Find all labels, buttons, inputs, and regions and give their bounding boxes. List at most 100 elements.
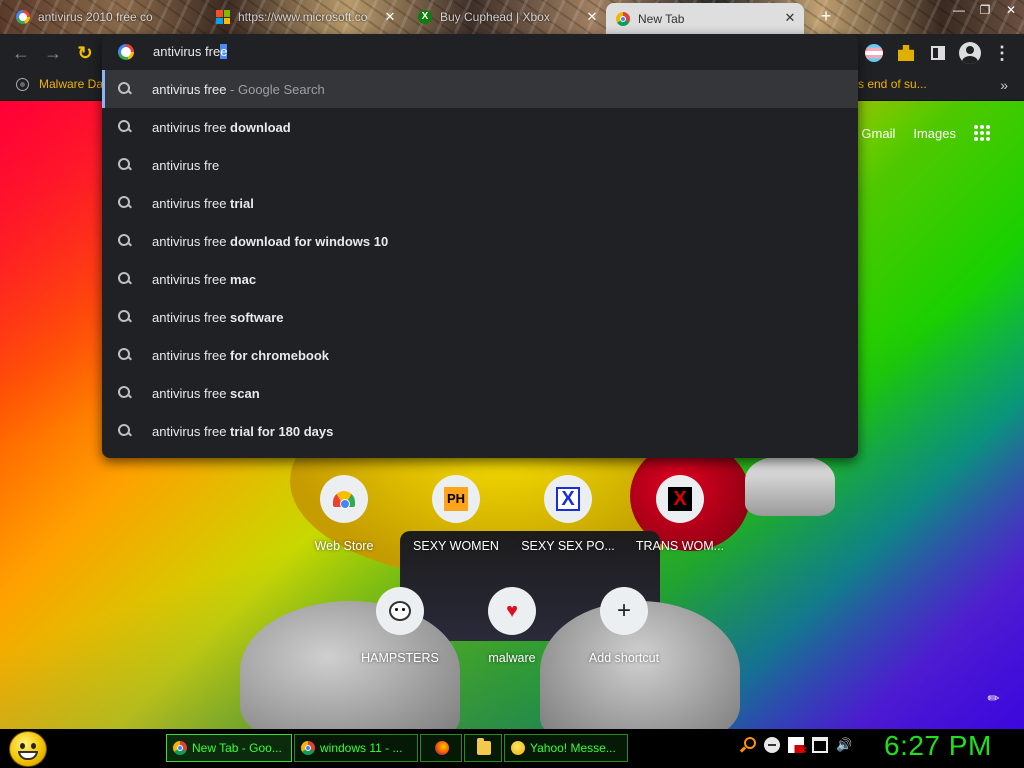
volume-icon[interactable]: 🔊: [836, 737, 852, 753]
network-icon[interactable]: [812, 737, 828, 753]
customize-pencil-icon[interactable]: ✎: [984, 688, 1004, 708]
omnibox-suggestion[interactable]: antivirus free for chromebook: [102, 336, 858, 374]
omnibox-suggestion[interactable]: antivirus free software: [102, 298, 858, 336]
shortcut-trans-wom[interactable]: X TRANS WOM...: [624, 475, 736, 575]
tab-strip: antivirus 2010 free co https://www.micro…: [0, 0, 1024, 34]
reload-button[interactable]: ↻: [74, 42, 96, 64]
shortcut-sexy-sex-po[interactable]: X SEXY SEX PO...: [512, 475, 624, 575]
close-tab-icon[interactable]: ✕: [782, 10, 798, 26]
shortcut-hampsters[interactable]: HAMPSTERS: [344, 587, 456, 687]
background-mascot-part: [745, 456, 835, 516]
yahoo-messenger-icon: [511, 741, 525, 755]
suggestion-text: antivirus free - Google Search: [152, 81, 325, 97]
omnibox-dropdown: antivirus free antivirus free - Google S…: [102, 34, 858, 458]
bookmark-end-of-support[interactable]: s end of su...: [858, 77, 927, 91]
taskbar-task-folder[interactable]: [464, 734, 502, 762]
suggestion-text: antivirus free download: [152, 119, 291, 135]
add-shortcut-button[interactable]: + Add shortcut: [568, 587, 680, 687]
tab-new-tab[interactable]: New Tab ✕: [606, 3, 804, 34]
forward-button[interactable]: →: [42, 42, 64, 64]
omnibox-suggestion[interactable]: antivirus free trial: [102, 184, 858, 222]
tab-microsoft[interactable]: https://www.microsoft.co ✕: [206, 4, 404, 30]
omnibox-suggestion[interactable]: antivirus free - Google Search: [102, 70, 858, 108]
back-button[interactable]: ←: [10, 42, 32, 64]
tab-xbox[interactable]: X Buy Cuphead | Xbox ✕: [408, 4, 606, 30]
omnibox-suggestion[interactable]: antivirus free trial for 180 days: [102, 412, 858, 450]
start-smiley-icon[interactable]: [9, 731, 47, 767]
task-label: windows 11 - ...: [320, 741, 403, 755]
taskbar-task-windows-11[interactable]: windows 11 - ...: [294, 734, 418, 762]
new-tab-button[interactable]: +: [816, 6, 836, 26]
omnibox-input[interactable]: antivirus free: [153, 44, 228, 59]
omnibox-suggestion[interactable]: antivirus free download for windows 10: [102, 222, 858, 260]
bookmark-malware-da[interactable]: Malware Da: [0, 77, 103, 91]
taskbar-task-new-tab[interactable]: New Tab - Goo...: [166, 734, 292, 762]
suggestion-text: antivirus free software: [152, 309, 284, 325]
shortcut-sexy-women[interactable]: PH SEXY WOMEN: [400, 475, 512, 575]
taskbar-clock[interactable]: 6:27 PM: [884, 730, 992, 762]
suggestion-text: antivirus free download for windows 10: [152, 233, 389, 249]
suggestion-text: antivirus free trial: [152, 195, 254, 211]
action-center-flag-icon[interactable]: [788, 737, 807, 756]
search-icon: [118, 348, 132, 362]
search-icon[interactable]: [740, 737, 756, 753]
autocomplete-selection: e: [220, 44, 228, 59]
search-icon: [118, 424, 132, 438]
close-tab-icon[interactable]: ✕: [382, 9, 398, 25]
tab-title: New Tab: [638, 11, 685, 26]
images-link[interactable]: Images: [913, 126, 956, 141]
tab-title: https://www.microsoft.co: [238, 10, 368, 24]
profile-avatar-icon[interactable]: [958, 41, 982, 65]
bookmark-label: s end of su...: [858, 77, 927, 91]
side-panel-icon[interactable]: [926, 41, 950, 65]
chrome-icon: [616, 11, 630, 26]
suggestion-text: antivirus fre: [152, 157, 220, 173]
xbox-icon: X: [418, 10, 432, 24]
plus-icon: +: [616, 597, 631, 624]
bookmarks-overflow-icon[interactable]: »: [1000, 77, 1008, 93]
google-apps-icon[interactable]: [974, 125, 990, 141]
chrome-icon: [301, 741, 315, 755]
chrome-menu-icon[interactable]: ⋮: [990, 41, 1014, 65]
web-store-icon: [333, 491, 355, 509]
shortcut-malware[interactable]: ♥ malware: [456, 587, 568, 687]
tab-title: Buy Cuphead | Xbox: [440, 10, 550, 24]
taskbar-task-yahoo-messenger[interactable]: Yahoo! Messe...: [504, 734, 628, 762]
search-icon: [118, 196, 132, 210]
minimize-button[interactable]: —: [946, 2, 972, 20]
search-icon: [118, 310, 132, 324]
search-icon: [118, 158, 132, 172]
gmail-link[interactable]: Gmail: [861, 126, 895, 141]
shortcut-label: Web Store: [314, 539, 374, 553]
shortcut-web-store[interactable]: Web Store: [288, 475, 400, 575]
trans-flag-extension-icon[interactable]: [862, 41, 886, 65]
suggestion-text: antivirus free for chromebook: [152, 347, 330, 363]
close-window-button[interactable]: ✕: [998, 2, 1024, 20]
google-icon: [16, 10, 30, 24]
search-icon: [118, 82, 132, 96]
shortcut-label: TRANS WOM...: [635, 539, 725, 553]
microsoft-icon: [216, 10, 230, 24]
x-red-icon: X: [668, 487, 692, 511]
extensions-puzzle-icon[interactable]: [894, 41, 918, 65]
task-label: Yahoo! Messe...: [530, 741, 616, 755]
shortcut-label: SEXY SEX PO...: [521, 539, 615, 553]
heart-icon: ♥: [506, 600, 518, 622]
restore-button[interactable]: ❐: [972, 2, 998, 20]
omnibox-suggestion[interactable]: antivirus fre: [102, 146, 858, 184]
tab-antivirus-search[interactable]: antivirus 2010 free co: [6, 4, 204, 30]
taskbar: New Tab - Goo... windows 11 - ... Yahoo!…: [0, 729, 1024, 768]
bookmark-label: Malware Da: [39, 77, 104, 91]
suggestion-text: antivirus free scan: [152, 385, 260, 401]
search-icon: [118, 234, 132, 248]
omnibox-suggestion[interactable]: antivirus free mac: [102, 260, 858, 298]
omnibox-suggestion[interactable]: antivirus free download: [102, 108, 858, 146]
messenger-tray-icon[interactable]: [764, 737, 780, 753]
close-tab-icon[interactable]: ✕: [584, 9, 600, 25]
taskbar-task-firefox[interactable]: [420, 734, 462, 762]
tab-title: antivirus 2010 free co: [38, 10, 153, 24]
firefox-icon: [434, 741, 449, 755]
system-tray: 🔊: [740, 737, 852, 756]
omnibox-suggestion[interactable]: antivirus free scan: [102, 374, 858, 412]
omnibox-input-row[interactable]: antivirus free: [102, 34, 858, 70]
